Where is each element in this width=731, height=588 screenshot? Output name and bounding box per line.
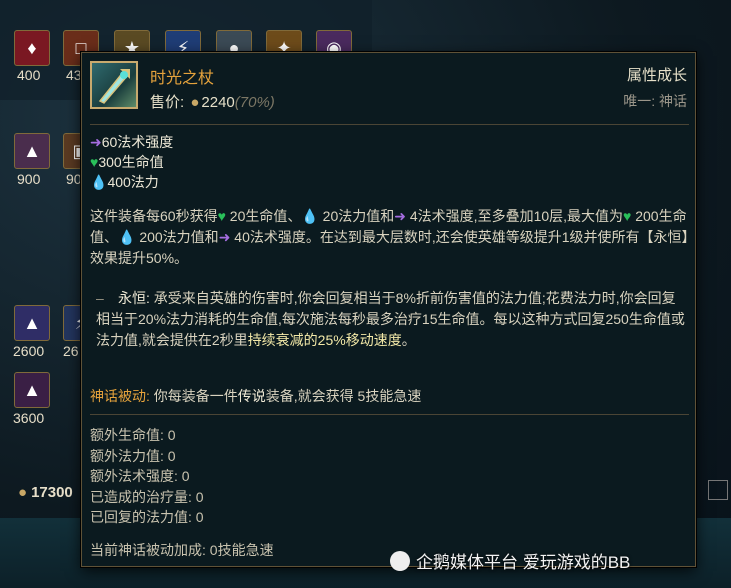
- stat-trackers: 额外生命值: 0 额外法力值: 0 额外法术强度: 0 已造成的治疗量: 0 已…: [90, 425, 204, 528]
- item-category: 属性成长: [626, 67, 687, 84]
- stat-ap: ➜60法术强度: [90, 134, 174, 150]
- divider: [90, 124, 689, 125]
- mana-icon: 💧: [90, 174, 108, 190]
- stat-hp: ♥300生命值: [90, 154, 164, 170]
- ability-power-icon: ➜: [218, 229, 231, 245]
- shop-item-price: 3600: [13, 410, 45, 426]
- dash-bullet: –: [96, 290, 104, 306]
- gold-coin-icon: ●: [190, 94, 200, 111]
- shop-item-price: 26: [63, 343, 79, 359]
- shop-item-price: 900: [17, 171, 41, 187]
- gold-amount: 17300: [31, 484, 73, 501]
- eternity-highlight: 持续衰减的25%移动速度: [247, 332, 402, 348]
- item-name: 时光之杖: [150, 70, 215, 87]
- price-percent: (70%): [234, 94, 275, 111]
- rod-of-ages-icon: [90, 61, 138, 109]
- shop-item-price: 400: [17, 67, 41, 83]
- health-icon: ♥: [217, 208, 226, 224]
- shop-item-red-gem-icon[interactable]: ♦: [14, 30, 50, 66]
- mana-icon: 💧: [118, 229, 136, 245]
- ability-power-icon: ➜: [90, 134, 102, 150]
- shop-item-price: 2600: [13, 343, 45, 359]
- shop-item-dark-hat-icon[interactable]: ▲: [14, 372, 50, 408]
- tracker-bonus-ap: 额外法术强度: 0: [90, 468, 190, 484]
- eternity-label: 永恒:: [118, 290, 150, 306]
- shop-item-price: 43: [66, 67, 82, 83]
- mythic-passive-label: 神话被动:: [90, 388, 150, 404]
- shop-item-price: 90: [66, 171, 82, 187]
- gold-coin-icon: ●: [18, 484, 28, 501]
- item-price: 售价: ● 2240(70%): [150, 91, 275, 112]
- tracker-mana-restored: 已回复的法力值: 0: [90, 509, 204, 525]
- item-stats: ➜60法术强度 ♥300生命值 💧400法力: [90, 132, 173, 192]
- item-unique-tag: 唯一: 神话: [623, 93, 687, 109]
- tracker-bonus-mana: 额外法力值: 0: [90, 447, 176, 464]
- gold-total: ● 17300: [18, 484, 73, 501]
- tracker-healing-done: 已造成的治疗量: 0: [90, 488, 204, 505]
- tracker-bonus-health: 额外生命值: 0: [90, 427, 176, 443]
- right-checkbox[interactable]: [708, 480, 728, 500]
- stacking-description: 这件装备每60秒获得♥ 20生命值、💧 20法力值和➜ 4法术强度,至多叠加10…: [90, 208, 689, 266]
- divider: [90, 414, 689, 415]
- stat-mana: 💧400法力: [90, 174, 159, 190]
- mythic-bonus-footer: 当前神话被动加成: 0技能急速: [90, 542, 274, 558]
- eternity-passive: – 永恒: 承受来自英雄的伤害时,你会回复相当于8%折前伤害值的法力值;花费法力时…: [96, 290, 685, 348]
- mythic-passive: 神话被动: 你每装备一件传说装备,就会获得 5技能急速: [90, 388, 422, 404]
- price-value: 2240: [201, 94, 235, 111]
- legendary-keyword: 传说: [237, 388, 266, 404]
- watermark: 企鹅媒体平台 爱玩游戏的BB: [390, 548, 630, 573]
- shop-item-mage-hat-icon[interactable]: ▲: [14, 305, 50, 341]
- mana-icon: 💧: [301, 208, 319, 224]
- shop-item-purple-hat-icon[interactable]: ▲: [14, 133, 50, 169]
- penguin-logo-icon: [390, 551, 410, 571]
- price-label: 售价:: [150, 94, 185, 111]
- ability-power-icon: ➜: [394, 208, 406, 224]
- item-tooltip: 时光之杖 售价: ● 2240(70%) 属性成长 唯一: 神话 ➜60法术强度 …: [81, 52, 696, 567]
